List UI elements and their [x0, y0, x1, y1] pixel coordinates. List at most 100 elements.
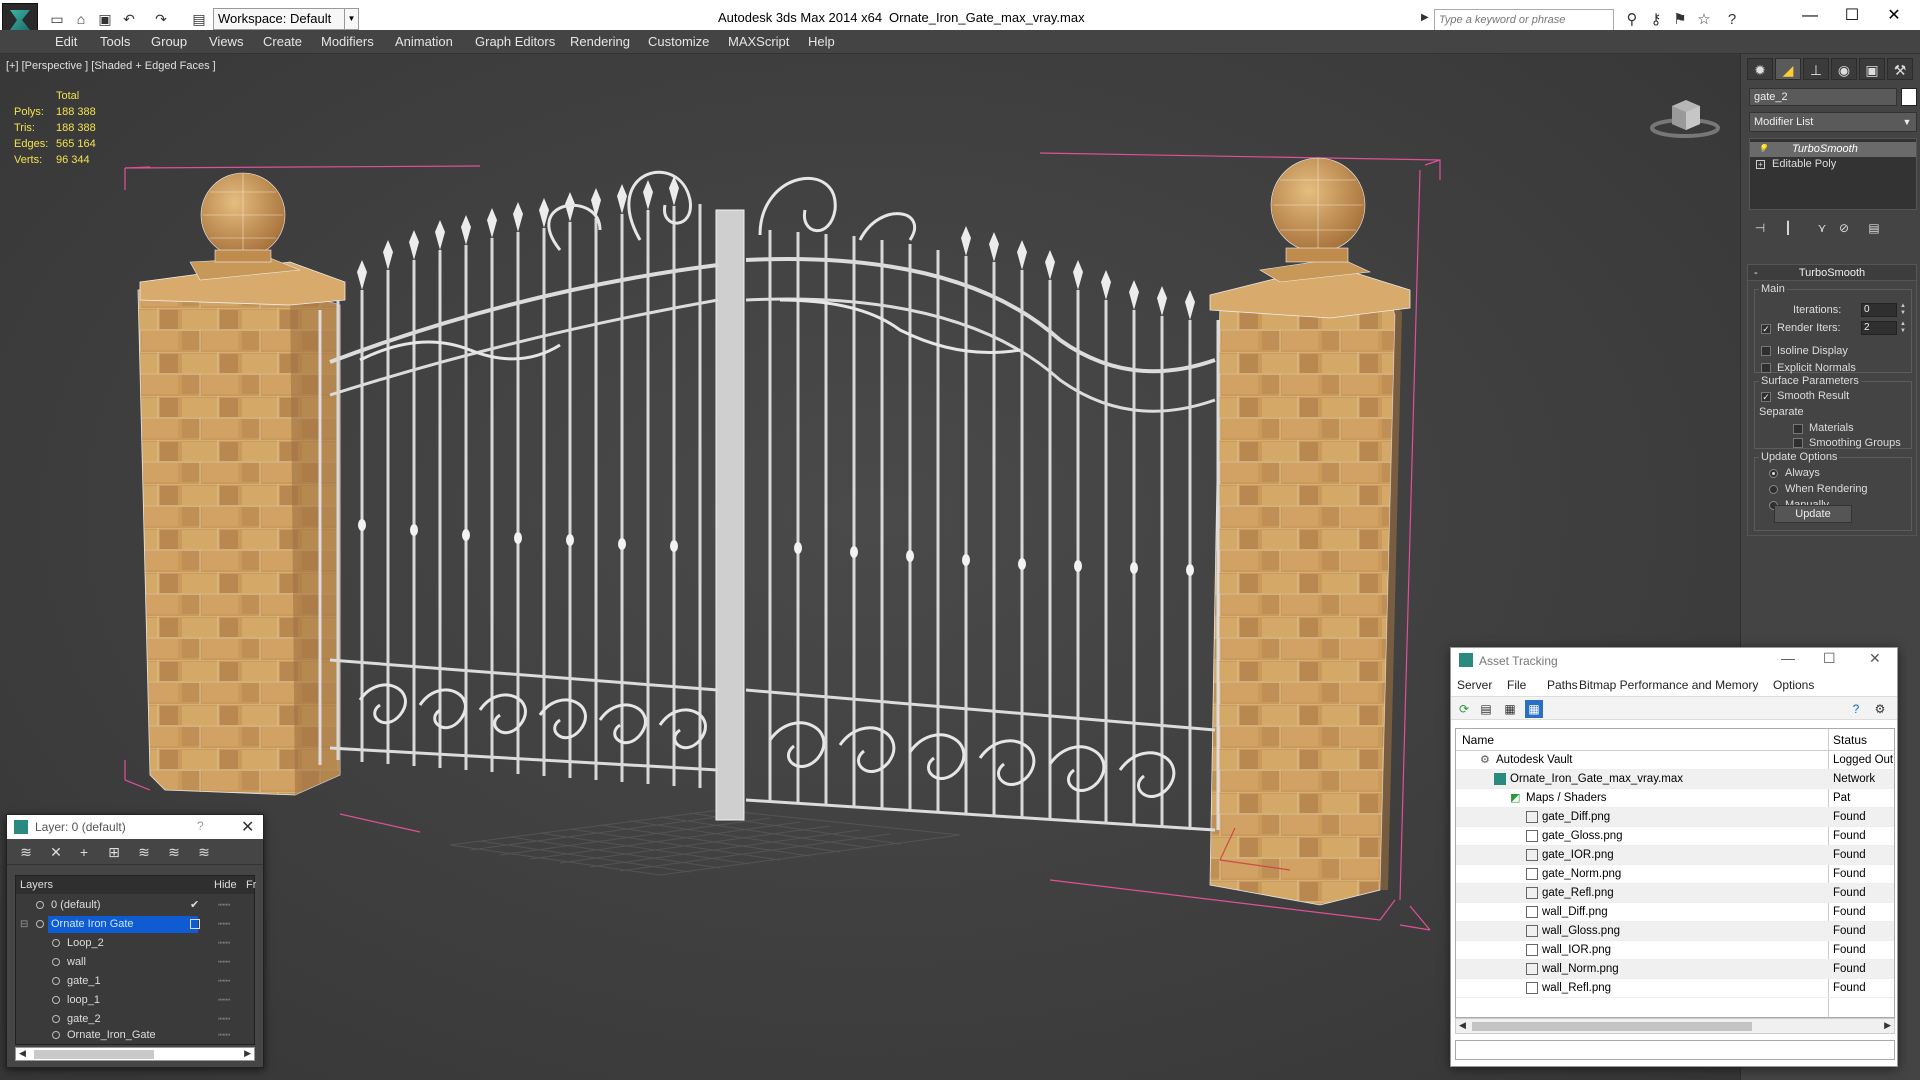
modify-tab-icon[interactable]: ◢: [1775, 58, 1801, 80]
add-to-layer-icon[interactable]: +: [75, 843, 93, 861]
undo-icon[interactable]: ↶: [120, 10, 138, 28]
viewport-label[interactable]: [+] [Perspective ] [Shaded + Edged Faces…: [6, 60, 216, 72]
asset-row[interactable]: gate_Norm.png Found: [1456, 865, 1894, 884]
asset-path-field[interactable]: [1455, 1040, 1895, 1060]
materials-checkbox[interactable]: [1793, 424, 1803, 434]
asset-row[interactable]: ◩ Maps / Shaders: [1456, 789, 1894, 808]
col-name[interactable]: Name: [1462, 733, 1494, 747]
minimize-icon[interactable]: —: [1781, 650, 1795, 666]
col-hide[interactable]: Hide: [214, 876, 237, 894]
hide-toggle[interactable]: ┉┉: [218, 896, 230, 915]
menu-animation[interactable]: Animation: [395, 34, 453, 49]
stack-item-editable-poly[interactable]: + Editable Poly: [1750, 157, 1916, 172]
show-end-result-icon[interactable]: ┃: [1777, 218, 1799, 238]
layer-help-button[interactable]: ?: [197, 819, 204, 833]
always-radio[interactable]: [1769, 469, 1778, 478]
new-file-icon[interactable]: ▭: [48, 10, 66, 28]
spinner-arrows-icon[interactable]: ▲ ▼: [1899, 321, 1907, 335]
spinner-arrows-icon[interactable]: ▲ ▼: [1899, 303, 1907, 317]
menu-views[interactable]: Views: [209, 34, 243, 49]
close-icon[interactable]: ✕: [1874, 4, 1914, 28]
menu-file[interactable]: File: [1507, 678, 1526, 692]
asset-row[interactable]: wall_Refl.png Found: [1456, 979, 1894, 998]
help-icon[interactable]: ?: [1722, 10, 1742, 30]
highlight-selected-layer-icon[interactable]: ≋: [135, 843, 153, 861]
table-view-icon[interactable]: ▦: [1525, 700, 1543, 718]
object-color-swatch[interactable]: [1901, 88, 1917, 106]
stack-item-turbosmooth[interactable]: 💡 TurboSmooth: [1750, 142, 1916, 157]
layer-row[interactable]: Loop_2 ┉┉: [16, 934, 254, 953]
asset-row[interactable]: wall_IOR.png Found: [1456, 941, 1894, 960]
settings-icon[interactable]: ⚙: [1871, 700, 1889, 718]
refresh-icon[interactable]: ⟳: [1455, 700, 1473, 718]
render-iters-checkbox[interactable]: ✓: [1761, 324, 1771, 334]
favorites-star-icon[interactable]: ☆: [1694, 10, 1714, 30]
modifier-list-dropdown[interactable]: Modifier List ▼: [1749, 112, 1917, 132]
workspace-dropdown[interactable]: Workspace: Default ▼: [213, 8, 359, 30]
list-view-icon[interactable]: ▤: [1477, 700, 1495, 718]
redo-icon[interactable]: ↷: [152, 10, 170, 28]
scroll-thumb[interactable]: [1472, 1022, 1752, 1031]
layer-row[interactable]: ⊟ Ornate Iron Gate ┉┉: [16, 915, 254, 934]
asset-row[interactable]: gate_Gloss.png Found: [1456, 827, 1894, 846]
search-input[interactable]: Type a keyword or phrase: [1434, 9, 1614, 31]
col-freeze[interactable]: Fre: [246, 876, 256, 894]
expand-plus-icon[interactable]: +: [1756, 160, 1765, 169]
menu-group[interactable]: Group: [151, 34, 187, 49]
when-rendering-radio[interactable]: [1769, 485, 1778, 494]
isoline-display-checkbox[interactable]: [1761, 346, 1771, 356]
help-icon[interactable]: ?: [1847, 700, 1865, 718]
save-file-icon[interactable]: ▣: [96, 10, 114, 28]
asset-row[interactable]: wall_Norm.png Found: [1456, 960, 1894, 979]
scroll-right-icon[interactable]: ▶: [244, 1048, 251, 1059]
lightbulb-icon[interactable]: 💡: [1758, 145, 1768, 154]
hierarchy-tab-icon[interactable]: ⊥: [1803, 58, 1829, 80]
select-objects-in-layer-icon[interactable]: ⊞: [105, 843, 123, 861]
object-name-field[interactable]: gate_2: [1749, 88, 1897, 106]
communication-icon[interactable]: ⚑: [1670, 10, 1690, 30]
display-tab-icon[interactable]: ▣: [1859, 58, 1885, 80]
menu-options[interactable]: Options: [1773, 678, 1814, 692]
update-button[interactable]: Update: [1774, 505, 1852, 523]
create-layer-icon[interactable]: ≋: [17, 843, 35, 861]
asset-row[interactable]: wall_Gloss.png Found: [1456, 922, 1894, 941]
active-layer-check-icon[interactable]: ✔: [190, 896, 199, 915]
scroll-left-icon[interactable]: ◀: [1459, 1020, 1466, 1031]
asset-row[interactable]: ⚙ Autodesk Vault Logged Out: [1456, 751, 1894, 770]
open-file-icon[interactable]: ⌂: [72, 10, 90, 28]
asset-row[interactable]: gate_IOR.png Found: [1456, 846, 1894, 865]
hide-all-layers-icon[interactable]: ≋: [165, 843, 183, 861]
hide-toggle[interactable]: ┉┉: [218, 972, 230, 991]
asset-row[interactable]: gate_Refl.png Found: [1456, 884, 1894, 903]
collapse-icon[interactable]: -: [1754, 265, 1758, 281]
menu-customize[interactable]: Customize: [648, 34, 709, 49]
layer-row[interactable]: wall ┉┉: [16, 953, 254, 972]
col-status[interactable]: Status: [1833, 733, 1867, 747]
binoculars-icon[interactable]: ⚲: [1622, 10, 1642, 30]
close-icon[interactable]: ✕: [241, 817, 254, 837]
create-tab-icon[interactable]: ✹: [1747, 58, 1773, 80]
remove-modifier-icon[interactable]: ⊘: [1833, 218, 1855, 238]
utilities-tab-icon[interactable]: ⚒: [1887, 58, 1913, 80]
explicit-normals-checkbox[interactable]: [1761, 363, 1771, 373]
iterations-spinner[interactable]: 0: [1861, 303, 1897, 317]
subscription-icon[interactable]: ⚷: [1646, 10, 1666, 30]
smooth-result-checkbox[interactable]: ✓: [1761, 392, 1771, 402]
minimize-icon[interactable]: —: [1790, 4, 1830, 28]
menu-paths[interactable]: Paths: [1547, 678, 1578, 692]
horizontal-scrollbar[interactable]: ◀ ▶: [1455, 1018, 1895, 1034]
hide-toggle[interactable]: ┉┉: [218, 934, 230, 953]
layer-row[interactable]: Ornate_Iron_Gate ┉┉: [16, 1026, 254, 1045]
horizontal-scrollbar[interactable]: ◀ ▶: [15, 1047, 255, 1061]
pin-stack-icon[interactable]: ⊣: [1749, 218, 1771, 238]
hide-toggle[interactable]: ┉┉: [218, 915, 230, 934]
menu-bitmap-performance[interactable]: Bitmap Performance and Memory: [1579, 678, 1758, 692]
rollout-header[interactable]: - TurboSmooth: [1748, 265, 1916, 281]
asset-row[interactable]: gate_Diff.png Found: [1456, 808, 1894, 827]
search-expand-icon[interactable]: ▶: [1421, 12, 1429, 23]
asset-window-titlebar[interactable]: Asset Tracking — ☐ ✕: [1451, 648, 1897, 672]
layer-window-titlebar[interactable]: Layer: 0 (default) ? ✕: [7, 815, 263, 839]
hide-toggle[interactable]: ┉┉: [218, 1026, 230, 1045]
hide-toggle[interactable]: ┉┉: [218, 953, 230, 972]
freeze-all-layers-icon[interactable]: ≋: [195, 843, 213, 861]
